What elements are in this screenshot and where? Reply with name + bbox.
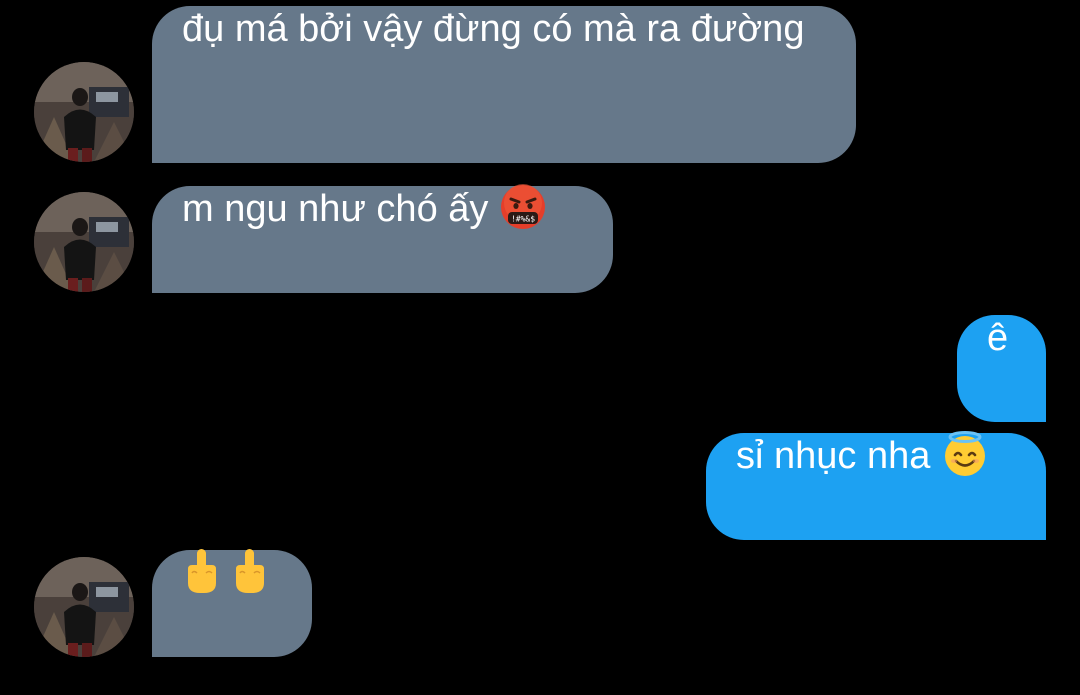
symbols-text: !#%&$ (511, 214, 535, 223)
middle-finger-icon (182, 547, 222, 595)
face-with-symbols-on-mouth-icon: !#%&$ (499, 183, 547, 231)
chat-screen: đụ má bởi vậy đừng có mà ra đường m ngu … (0, 0, 1080, 695)
contact-avatar[interactable] (34, 62, 134, 162)
contact-avatar[interactable] (34, 192, 134, 292)
smiling-face-with-halo-icon (941, 430, 989, 478)
avatar-photo (34, 62, 134, 162)
message-bubble-outgoing[interactable]: ê (957, 315, 1046, 422)
avatar-photo (34, 192, 134, 292)
message-bubble-incoming[interactable] (152, 547, 312, 657)
message-bubble-incoming[interactable]: đụ má bởi vậy đừng có mà ra đường (152, 6, 856, 163)
avatar-photo (34, 557, 134, 657)
contact-avatar[interactable] (34, 557, 134, 657)
message-text: ê (987, 317, 1009, 359)
message-text: đụ má bởi vậy đừng có mà ra đường (182, 8, 805, 50)
message-text: sỉ nhục nha (736, 435, 941, 477)
message-bubble-outgoing[interactable]: sỉ nhục nha (706, 430, 1046, 540)
message-bubble-incoming[interactable]: m ngu như chó ấy !#%&$ (152, 183, 613, 293)
middle-finger-icon (230, 547, 270, 595)
message-text: m ngu như chó ấy (182, 188, 499, 230)
